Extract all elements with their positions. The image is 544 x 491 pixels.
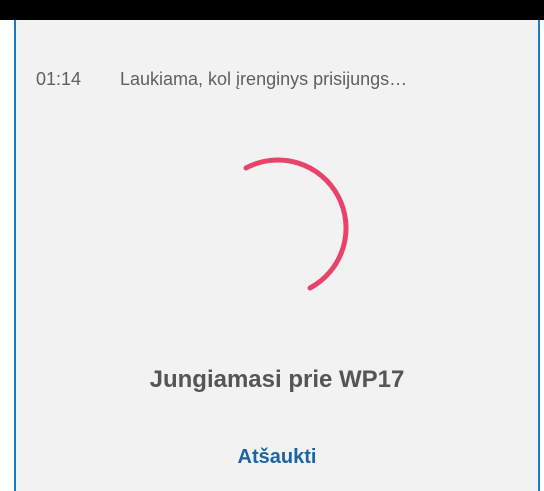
top-bar — [0, 0, 544, 20]
status-row: 01:14 Laukiama, kol įrenginys prisijungs… — [36, 67, 407, 91]
connecting-dialog: 01:14 Laukiama, kol įrenginys prisijungs… — [14, 20, 540, 491]
connecting-title: Jungiamasi prie WP17 — [149, 366, 405, 393]
elapsed-timer: 01:14 — [36, 68, 82, 89]
cancel-button[interactable]: Atšaukti — [16, 446, 538, 469]
spinner-arc — [243, 157, 349, 291]
status-message: Laukiama, kol įrenginys prisijungs… — [120, 68, 408, 89]
loading-spinner-icon — [243, 157, 349, 291]
app-frame: 01:14 Laukiama, kol įrenginys prisijungs… — [0, 0, 544, 491]
